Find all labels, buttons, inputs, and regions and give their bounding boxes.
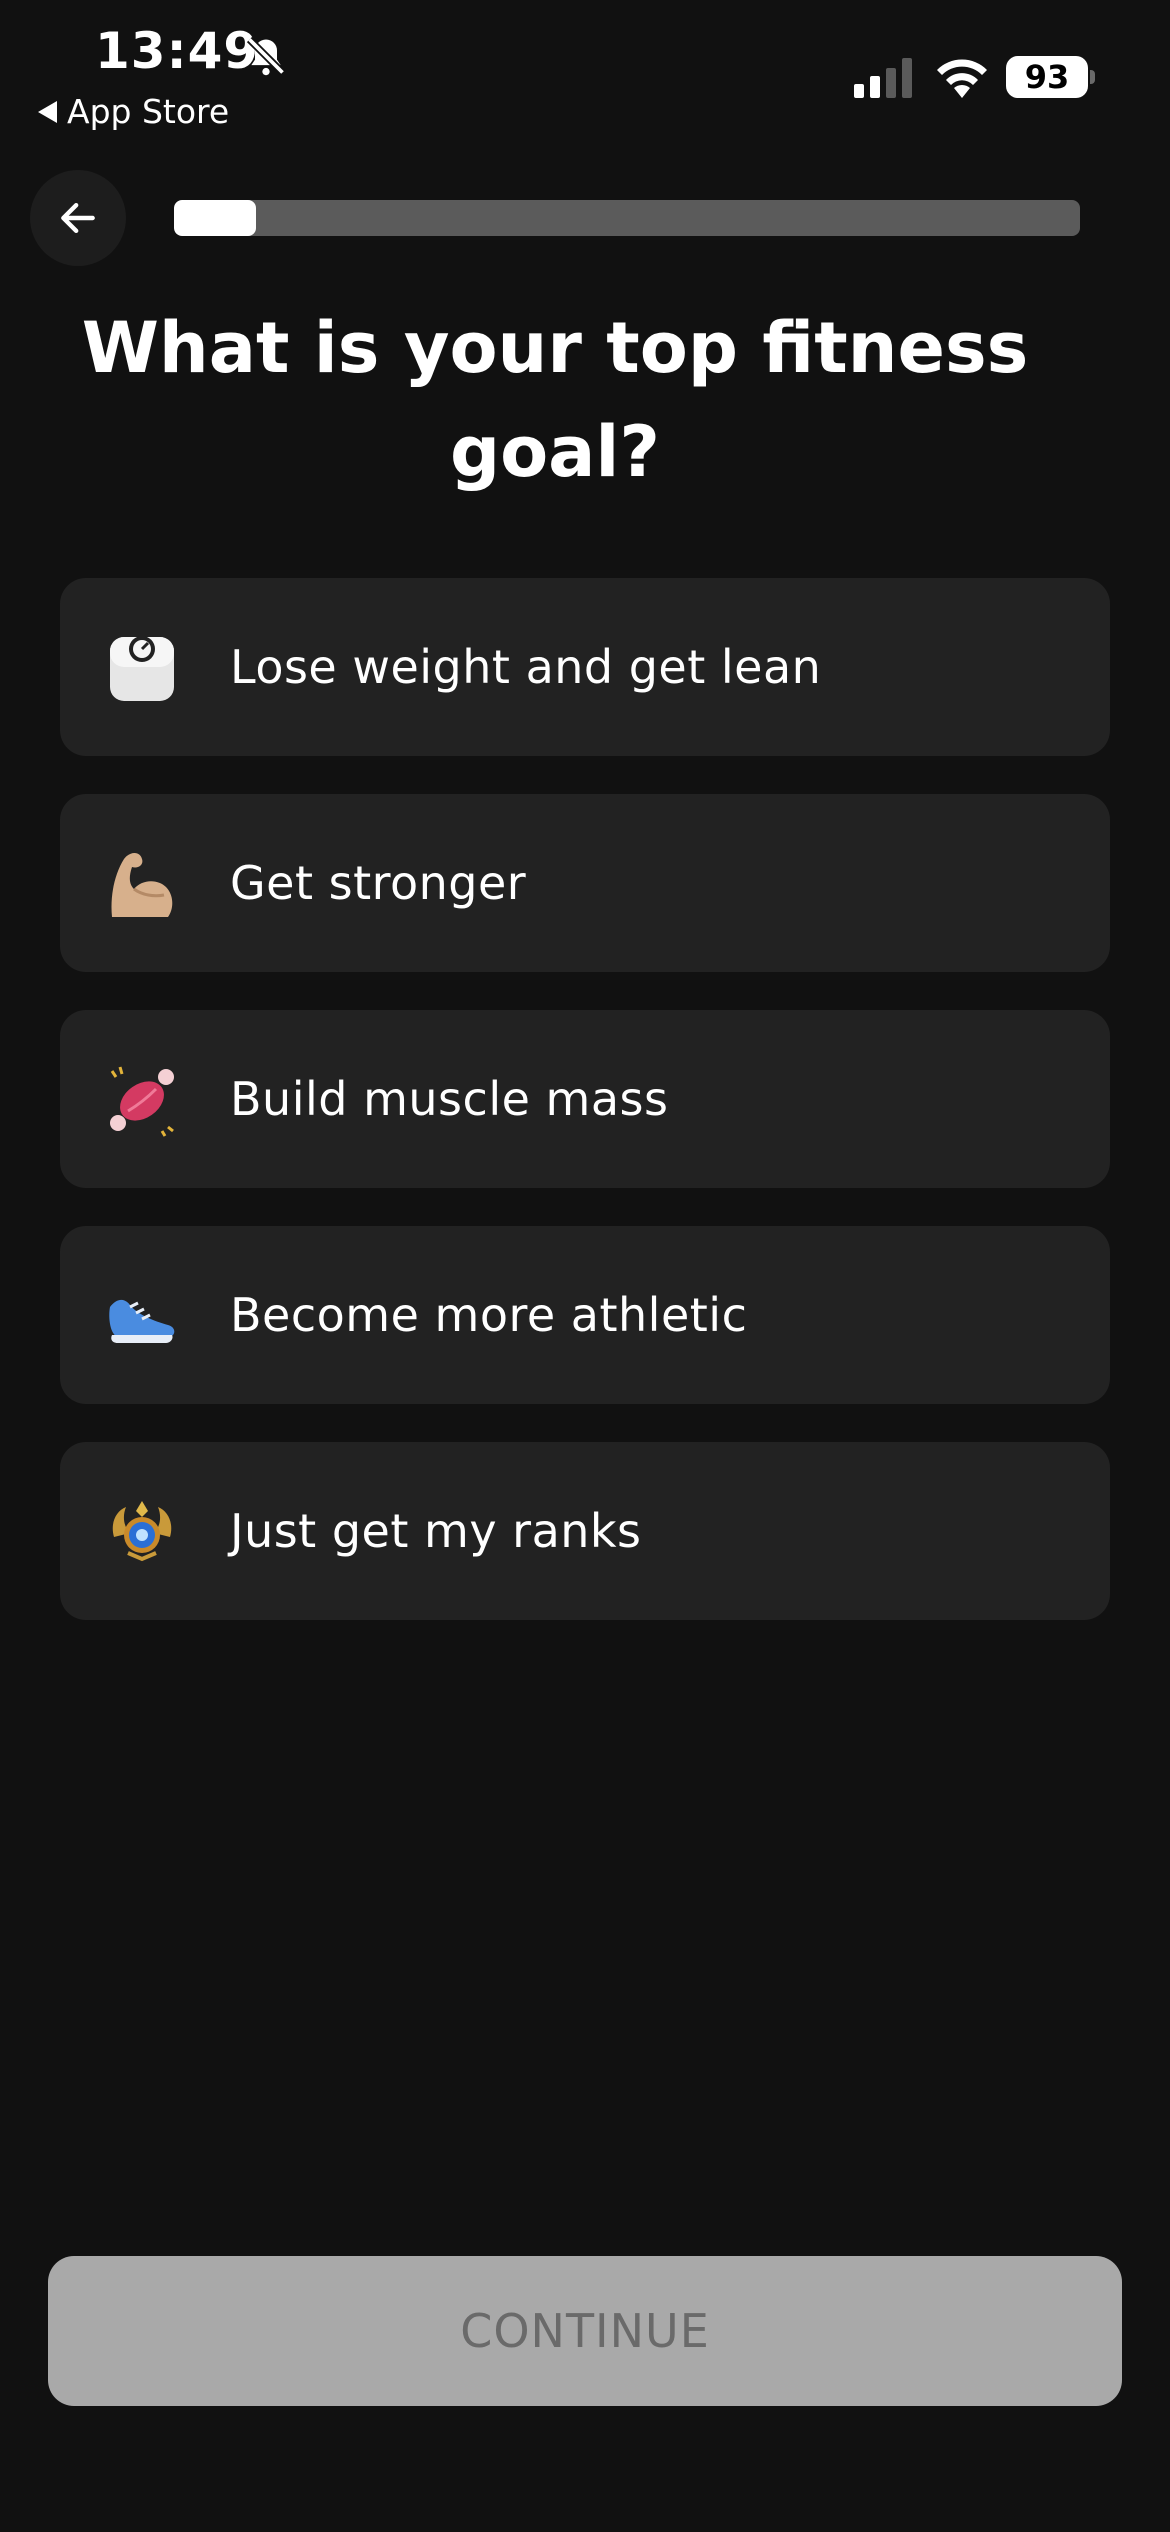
battery-icon: 93 xyxy=(1006,56,1088,98)
muscle-meat-icon xyxy=(104,1061,180,1137)
option-label: Become more athletic xyxy=(230,1288,748,1342)
back-app-label: App Store xyxy=(67,92,230,131)
option-athletic[interactable]: Become more athletic xyxy=(60,1226,1110,1404)
option-label: Get stronger xyxy=(230,856,527,910)
rank-badge-icon xyxy=(104,1493,180,1569)
continue-button[interactable]: CONTINUE xyxy=(48,2256,1122,2406)
back-button[interactable] xyxy=(30,170,126,266)
option-label: Lose weight and get lean xyxy=(230,640,822,694)
battery-tip xyxy=(1090,70,1095,84)
option-label: Build muscle mass xyxy=(230,1072,669,1126)
scale-icon xyxy=(104,629,180,705)
sneaker-icon xyxy=(104,1277,180,1353)
flexed-biceps-icon xyxy=(104,845,180,921)
back-to-app-store-link[interactable]: App Store xyxy=(38,92,229,131)
back-triangle-icon xyxy=(38,100,57,123)
progress-fill xyxy=(174,200,256,236)
bell-slash-icon xyxy=(246,36,286,76)
status-time: 13:49 xyxy=(95,22,260,80)
battery-level: 93 xyxy=(1024,58,1070,96)
page-title: What is your top fitness goal? xyxy=(81,307,1029,493)
option-ranks[interactable]: Just get my ranks xyxy=(60,1442,1110,1620)
option-get-stronger[interactable]: Get stronger xyxy=(60,794,1110,972)
option-build-muscle[interactable]: Build muscle mass xyxy=(60,1010,1110,1188)
signal-icon xyxy=(854,58,912,98)
option-label: Just get my ranks xyxy=(230,1504,642,1558)
progress-bar xyxy=(174,200,1080,236)
wifi-icon xyxy=(937,59,987,98)
option-lose-weight[interactable]: Lose weight and get lean xyxy=(60,578,1110,756)
arrow-left-icon xyxy=(61,202,95,234)
